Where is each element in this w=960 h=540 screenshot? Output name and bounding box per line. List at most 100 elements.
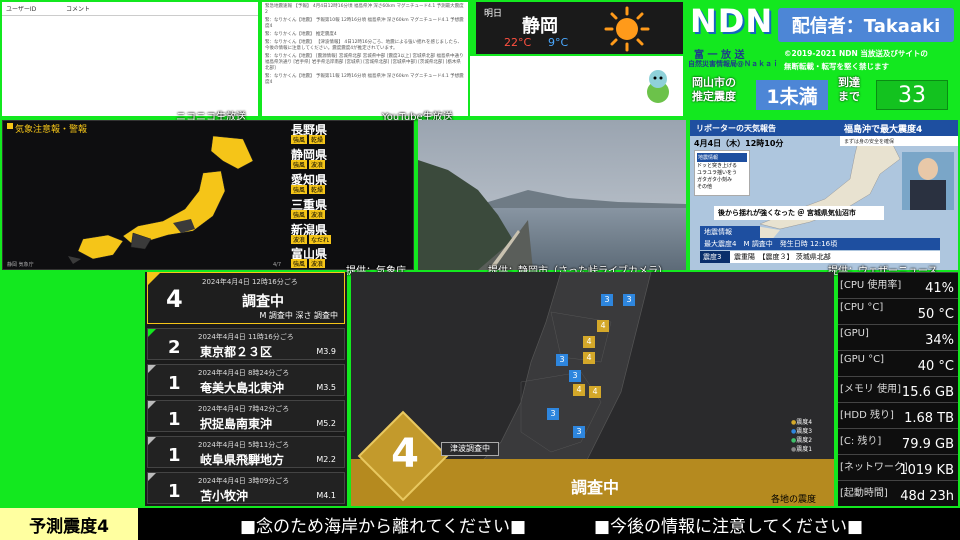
eq-place: 苫小牧沖 [200, 489, 249, 503]
tsunami-status: 津波調査中 [441, 442, 499, 456]
pc-stat-value: 34% [925, 333, 954, 348]
legend-item: ドッと突き上げる [697, 163, 738, 169]
ndn-logo: NDN [690, 2, 774, 40]
chat-message: 緊：なりかくん【地震】 [震源情報] 宮城県北部 宮城県中部 [震度3以上] 宮… [265, 54, 464, 71]
legend-item: ユラユラ揺いをう [697, 170, 738, 176]
alert-tag: 強風 [291, 210, 308, 219]
pc-stat-row: [GPU °C] 40 °C [838, 350, 958, 376]
pc-stat-row: [起動時間] 48d 23h [838, 480, 958, 506]
news-bar-main: 最大震度4 M 調査中 発生日時 12:16頃 [700, 238, 940, 250]
map-status: 調査中 [571, 478, 620, 497]
estimated-label-line2: 推定震度 [692, 90, 736, 103]
predicted-intensity: 予測震度4 [0, 508, 138, 540]
chat-message: 緊急地震速報 【予報】 4月4日12時16分頃 福島県沖 深さ60km マグニチ… [265, 4, 464, 15]
eq-intensity: 1 [168, 373, 181, 394]
chat-message: 緊：なりかくん【地震】 【津波情報】 4日12時16分ごろ、地震による強い揺れを… [265, 40, 463, 51]
news-report: 後から揺れが強くなった ＠ 宮城県気仙沼市 [714, 206, 884, 220]
eq-history-item[interactable]: 2024年4月4日 8時24分ごろ 1 奄美大島北東沖 M3.5 [147, 364, 345, 396]
eq-magnitude: M3.9 [316, 347, 336, 356]
current-earthquake-card[interactable]: 2024年4月4日 12時16分ごろ 4 調査中 M 調査中 深さ 調査中 [147, 272, 345, 324]
weather-low: 9°C [548, 36, 569, 49]
mascot-card [470, 56, 683, 116]
news-header: リポーターの天気報告 [690, 120, 840, 136]
pc-stat-value: 50 °C [917, 307, 954, 322]
eq-history-item[interactable]: 2024年4月4日 3時09分ごろ 1 苫小牧沖 M4.1 [147, 472, 345, 504]
ticker-message-1: ■念のため海岸から離れてください■ [240, 517, 527, 537]
alert-tag: 波浪 [309, 160, 326, 169]
legend-title: 地震情報 [697, 153, 747, 162]
eq-place: 奄美大島北東沖 [200, 381, 285, 395]
pc-stat-label: [CPU °C] [840, 302, 884, 313]
youtube-chat-panel: 緊急地震速報 【予報】 4月4日12時16分頃 福島県沖 深さ60km マグニチ… [262, 2, 468, 116]
eq-intensity: 4 [166, 285, 183, 313]
intensity-map-panel: 3 3 4 4 3 4 3 4 4 3 3 調査中 4 津波調査中 各地の震度 … [351, 272, 834, 506]
alert-tag: 強風 [291, 185, 308, 194]
alert-icon [7, 123, 13, 129]
intensity-marker: 4 [597, 320, 609, 332]
mascot-icon [647, 70, 669, 103]
comment-column: コメント [66, 6, 91, 13]
weather-city: 静岡 [522, 16, 558, 37]
alert-map-page: 4/7 [273, 262, 282, 268]
arrival-seconds-value: 33 [876, 80, 948, 110]
legend-item: その他 [697, 184, 713, 190]
pc-stat-label: [CPU 使用率] [840, 280, 902, 291]
broadcaster-name: 配信者：Takaaki [778, 8, 954, 42]
eq-intensity: 1 [168, 481, 181, 502]
broadcast-sub-tagline: 自然災害情報局@Ｎａｋａｉ [688, 60, 779, 68]
eq-datetime: 2024年4月4日 12時16分ごろ [202, 278, 298, 286]
pc-stat-value: 48d 23h [900, 489, 954, 504]
legend-intensity-1: 震度1 [796, 446, 813, 453]
news-headline: 福島沖で最大震度4 [840, 120, 958, 136]
intensity-marker: 3 [573, 426, 585, 438]
alert-tag: 波浪 [309, 259, 326, 268]
map-legend: ●震度4 ●震度3 ●震度2 ●震度1 [791, 419, 813, 453]
map-footer: 各地の震度 [771, 495, 817, 505]
user-id-column: ユーザーID [6, 6, 37, 13]
eq-datetime: 2024年4月4日 7時42分ごろ [198, 405, 290, 413]
pc-stat-row: [メモリ 使用] 15.6 GB [838, 376, 958, 402]
eq-history-item[interactable]: 2024年4月4日 5時11分ごろ 1 岐阜県飛騨地方 M2.2 [147, 436, 345, 468]
alert-map-footer-left: 静岡 気象庁 [7, 262, 34, 268]
eq-intensity: 2 [168, 337, 181, 358]
pc-stat-row: [CPU °C] 50 °C [838, 298, 958, 324]
pc-stat-row: [C: 残り] 79.9 GB [838, 428, 958, 454]
chat-message: 緊：なりかくん【地震】 予報第11報 12時16分頃 福島県沖 深さ60km マ… [265, 74, 464, 85]
news-bar-intensity: 震度3 [700, 251, 730, 263]
intensity-marker: 3 [623, 294, 635, 306]
arrival-label-line2: まで [838, 90, 860, 103]
legend-item: ガタガタ小刻み [697, 177, 733, 183]
eq-place: 択捉島南東沖 [200, 417, 273, 431]
intensity-marker: 3 [556, 354, 568, 366]
intensity-marker: 3 [547, 408, 559, 420]
legend-intensity-2: 震度2 [796, 437, 813, 444]
eq-history-item[interactable]: 2024年4月4日 11時16分ごろ 2 東京都２３区 M3.9 [147, 328, 345, 360]
intensity-marker: 4 [583, 352, 595, 364]
estimated-intensity-value: 1未満 [756, 80, 828, 110]
japan-alert-map [68, 135, 254, 264]
pc-stat-label: [起動時間] [840, 488, 888, 499]
pc-stat-value: 79.9 GB [901, 437, 954, 452]
card-corner-flag [148, 273, 160, 285]
earthquake-history-list: 2024年4月4日 12時16分ごろ 4 調査中 M 調査中 深さ 調査中 20… [145, 272, 347, 506]
pc-stat-label: [ネットワーク] [840, 462, 908, 473]
news-subhead: まずは身の安全を確保 [840, 136, 958, 146]
sun-icon [604, 6, 650, 52]
pc-stat-label: [GPU] [840, 328, 869, 339]
eq-magnitude: M2.2 [316, 455, 336, 464]
pc-stat-value: 40 °C [917, 359, 954, 374]
intensity-marker: 4 [573, 384, 585, 396]
news-bar-title: 地震情報 [700, 226, 760, 238]
alert-tag: 強風 [291, 160, 308, 169]
eq-place: 東京都２３区 [200, 345, 273, 359]
weather-widget: 明日 静岡 22°C 9°C [476, 2, 683, 54]
eq-history-item[interactable]: 2024年4月4日 7時42分ごろ 1 択捉島南東沖 M5.2 [147, 400, 345, 432]
ndn-broadcast-panel: NDN 配信者：Takaaki 富 一 放 送 自然災害情報局@Ｎａｋａｉ ©2… [688, 2, 958, 114]
eq-datetime: 2024年4月4日 5時11分ごろ [198, 441, 290, 449]
news-map [750, 134, 901, 242]
alert-tag: 乾燥 [309, 185, 326, 194]
eq-datetime: 2024年4月4日 11時16分ごろ [198, 333, 294, 341]
intensity-marker: 3 [601, 294, 613, 306]
pc-stat-value: 15.6 GB [901, 385, 954, 400]
reporter-avatar [902, 152, 954, 210]
